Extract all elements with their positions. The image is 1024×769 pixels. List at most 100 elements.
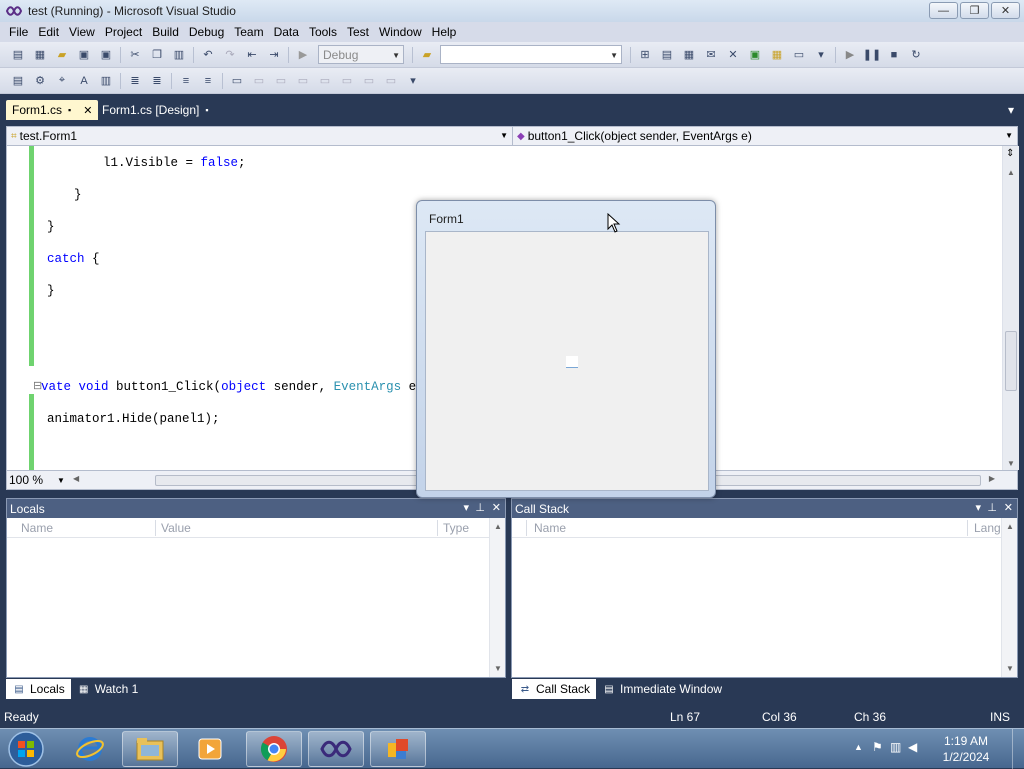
menu-data[interactable]: Data	[269, 22, 304, 42]
scroll-down-icon[interactable]: ▼	[1007, 459, 1015, 468]
command-window-icon[interactable]: ▭	[791, 47, 807, 63]
stop-debugging-icon[interactable]: ■	[886, 47, 902, 63]
taskbar-visual-studio[interactable]	[308, 731, 364, 767]
tab-locals[interactable]: ▤ Locals	[6, 679, 71, 699]
members-dropdown[interactable]: ◆ button1_Click(object sender, EventArgs…	[513, 127, 1017, 145]
save-all-icon[interactable]: ▣	[98, 47, 114, 63]
next-bookmark-in-folder-icon[interactable]: ▭	[317, 73, 333, 89]
form1-window[interactable]: Form1	[416, 200, 716, 498]
display-parameter-info-icon[interactable]: ⚙	[32, 73, 48, 89]
redo-icon[interactable]: ↷	[222, 47, 238, 63]
tab-immediate-window[interactable]: ▤ Immediate Window	[596, 679, 728, 699]
menu-debug[interactable]: Debug	[184, 22, 229, 42]
window-position-icon[interactable]: ▾	[463, 501, 469, 514]
scroll-thumb[interactable]	[1005, 331, 1017, 391]
new-project-icon[interactable]: ▤	[10, 47, 26, 63]
scroll-up-icon[interactable]: ▲	[494, 522, 502, 531]
tab-form1-design[interactable]: Form1.cs [Design] ▪	[96, 100, 215, 120]
close-tab-icon[interactable]: ✕	[83, 104, 92, 117]
properties-icon[interactable]: ▤	[659, 47, 675, 63]
tab-form1-cs[interactable]: Form1.cs ▪ ✕	[6, 100, 98, 120]
column-header-type[interactable]: Type	[443, 521, 469, 535]
taskbar-media-player[interactable]	[182, 731, 238, 767]
start-debugging-icon[interactable]: ▶	[295, 47, 311, 63]
copy-icon[interactable]: ❐	[149, 47, 165, 63]
toolbox-icon[interactable]: ✉	[703, 47, 719, 63]
uncomment-lines-icon[interactable]: ≡	[200, 73, 216, 89]
navigate-forward-icon[interactable]: ⇥	[266, 47, 282, 63]
menu-file[interactable]: File	[4, 22, 33, 42]
taskbar-running-app[interactable]	[370, 731, 426, 767]
object-browser-icon[interactable]: ▦	[681, 47, 697, 63]
paste-icon[interactable]: ▥	[171, 47, 187, 63]
form1-client-area[interactable]	[425, 231, 709, 491]
menu-test[interactable]: Test	[342, 22, 374, 42]
find-combo[interactable]: ▼	[440, 45, 622, 64]
menu-tools[interactable]: Tools	[304, 22, 342, 42]
window-position-icon[interactable]: ▾	[975, 501, 981, 514]
call-stack-scrollbar[interactable]: ▲ ▼	[1001, 518, 1017, 677]
menu-help[interactable]: Help	[427, 22, 462, 42]
menu-team[interactable]: Team	[229, 22, 268, 42]
continue-icon[interactable]: ▶	[842, 47, 858, 63]
close-icon[interactable]: ✕	[1004, 501, 1013, 514]
start-page-icon[interactable]: ▣	[747, 47, 763, 63]
close-window-button[interactable]: ✕	[991, 2, 1020, 19]
break-all-icon[interactable]: ❚❚	[863, 47, 881, 63]
tab-call-stack[interactable]: ⇄ Call Stack	[512, 679, 597, 699]
toolbar-options-icon[interactable]: ▾	[813, 47, 829, 63]
show-hidden-icons-icon[interactable]: ▲	[854, 742, 863, 752]
pin-icon[interactable]: ▪	[205, 105, 208, 115]
next-bookmark-icon[interactable]: ▭	[273, 73, 289, 89]
locals-scrollbar[interactable]: ▲ ▼	[489, 518, 505, 677]
menu-project[interactable]: Project	[100, 22, 147, 42]
menu-build[interactable]: Build	[147, 22, 184, 42]
undo-icon[interactable]: ↶	[200, 47, 216, 63]
menu-window[interactable]: Window	[374, 22, 427, 42]
split-icon[interactable]: ⇕	[1006, 148, 1014, 159]
save-icon[interactable]: ▣	[76, 47, 92, 63]
display-object-member-list-icon[interactable]: ▤	[10, 73, 26, 89]
comment-lines-icon[interactable]: ≡	[178, 73, 194, 89]
toolbar-options-icon[interactable]: ▾	[405, 73, 421, 89]
menu-view[interactable]: View	[64, 22, 100, 42]
minimize-button[interactable]: —	[929, 2, 958, 19]
scroll-up-icon[interactable]: ▲	[1006, 522, 1014, 531]
find-in-files-icon[interactable]: ▰	[419, 47, 435, 63]
previous-bookmark-in-document-icon[interactable]: ▭	[339, 73, 355, 89]
scroll-left-icon[interactable]: ◀	[73, 474, 79, 483]
close-icon[interactable]: ✕	[492, 501, 501, 514]
action-center-icon[interactable]: ⚑	[872, 740, 883, 754]
display-word-completion-icon[interactable]: A	[76, 73, 92, 89]
display-quick-info-icon[interactable]: ⌖	[54, 73, 70, 89]
column-header-name[interactable]: Name	[534, 521, 566, 535]
types-dropdown[interactable]: ⌗ test.Form1 ▼	[7, 127, 513, 145]
tab-watch-1[interactable]: ▦ Watch 1	[71, 679, 145, 699]
scroll-up-icon[interactable]: ▲	[1007, 168, 1015, 177]
scroll-down-icon[interactable]: ▼	[494, 664, 502, 673]
auto-hide-pin-icon[interactable]: ⊥	[475, 501, 485, 514]
increase-indent-icon[interactable]: ≣	[149, 73, 165, 89]
clear-bookmarks-icon[interactable]: ▭	[383, 73, 399, 89]
solution-configuration-combo[interactable]: Debug ▼	[318, 45, 404, 64]
taskbar-chrome[interactable]	[246, 731, 302, 767]
show-all-icon[interactable]: ▥	[98, 73, 114, 89]
pin-icon[interactable]: ▪	[68, 105, 71, 115]
start-button[interactable]	[6, 730, 46, 768]
cut-icon[interactable]: ✂	[127, 47, 143, 63]
menu-edit[interactable]: Edit	[33, 22, 64, 42]
previous-bookmark-icon[interactable]: ▭	[251, 73, 267, 89]
toggle-bookmark-icon[interactable]: ▭	[229, 73, 245, 89]
add-item-icon[interactable]: ▦	[32, 47, 48, 63]
active-files-dropdown-icon[interactable]: ▾	[1008, 103, 1014, 117]
tools-icon[interactable]: ✕	[725, 47, 741, 63]
decrease-indent-icon[interactable]: ≣	[127, 73, 143, 89]
show-desktop-button[interactable]	[1012, 729, 1024, 769]
restart-icon[interactable]: ↻	[908, 47, 924, 63]
column-header-name[interactable]: Name	[21, 521, 53, 535]
scroll-down-icon[interactable]: ▼	[1006, 664, 1014, 673]
taskbar-internet-explorer[interactable]	[62, 731, 118, 767]
previous-bookmark-in-folder-icon[interactable]: ▭	[295, 73, 311, 89]
open-file-icon[interactable]: ▰	[54, 47, 70, 63]
clock[interactable]: 1:19 AM 1/2/2024	[934, 733, 998, 765]
